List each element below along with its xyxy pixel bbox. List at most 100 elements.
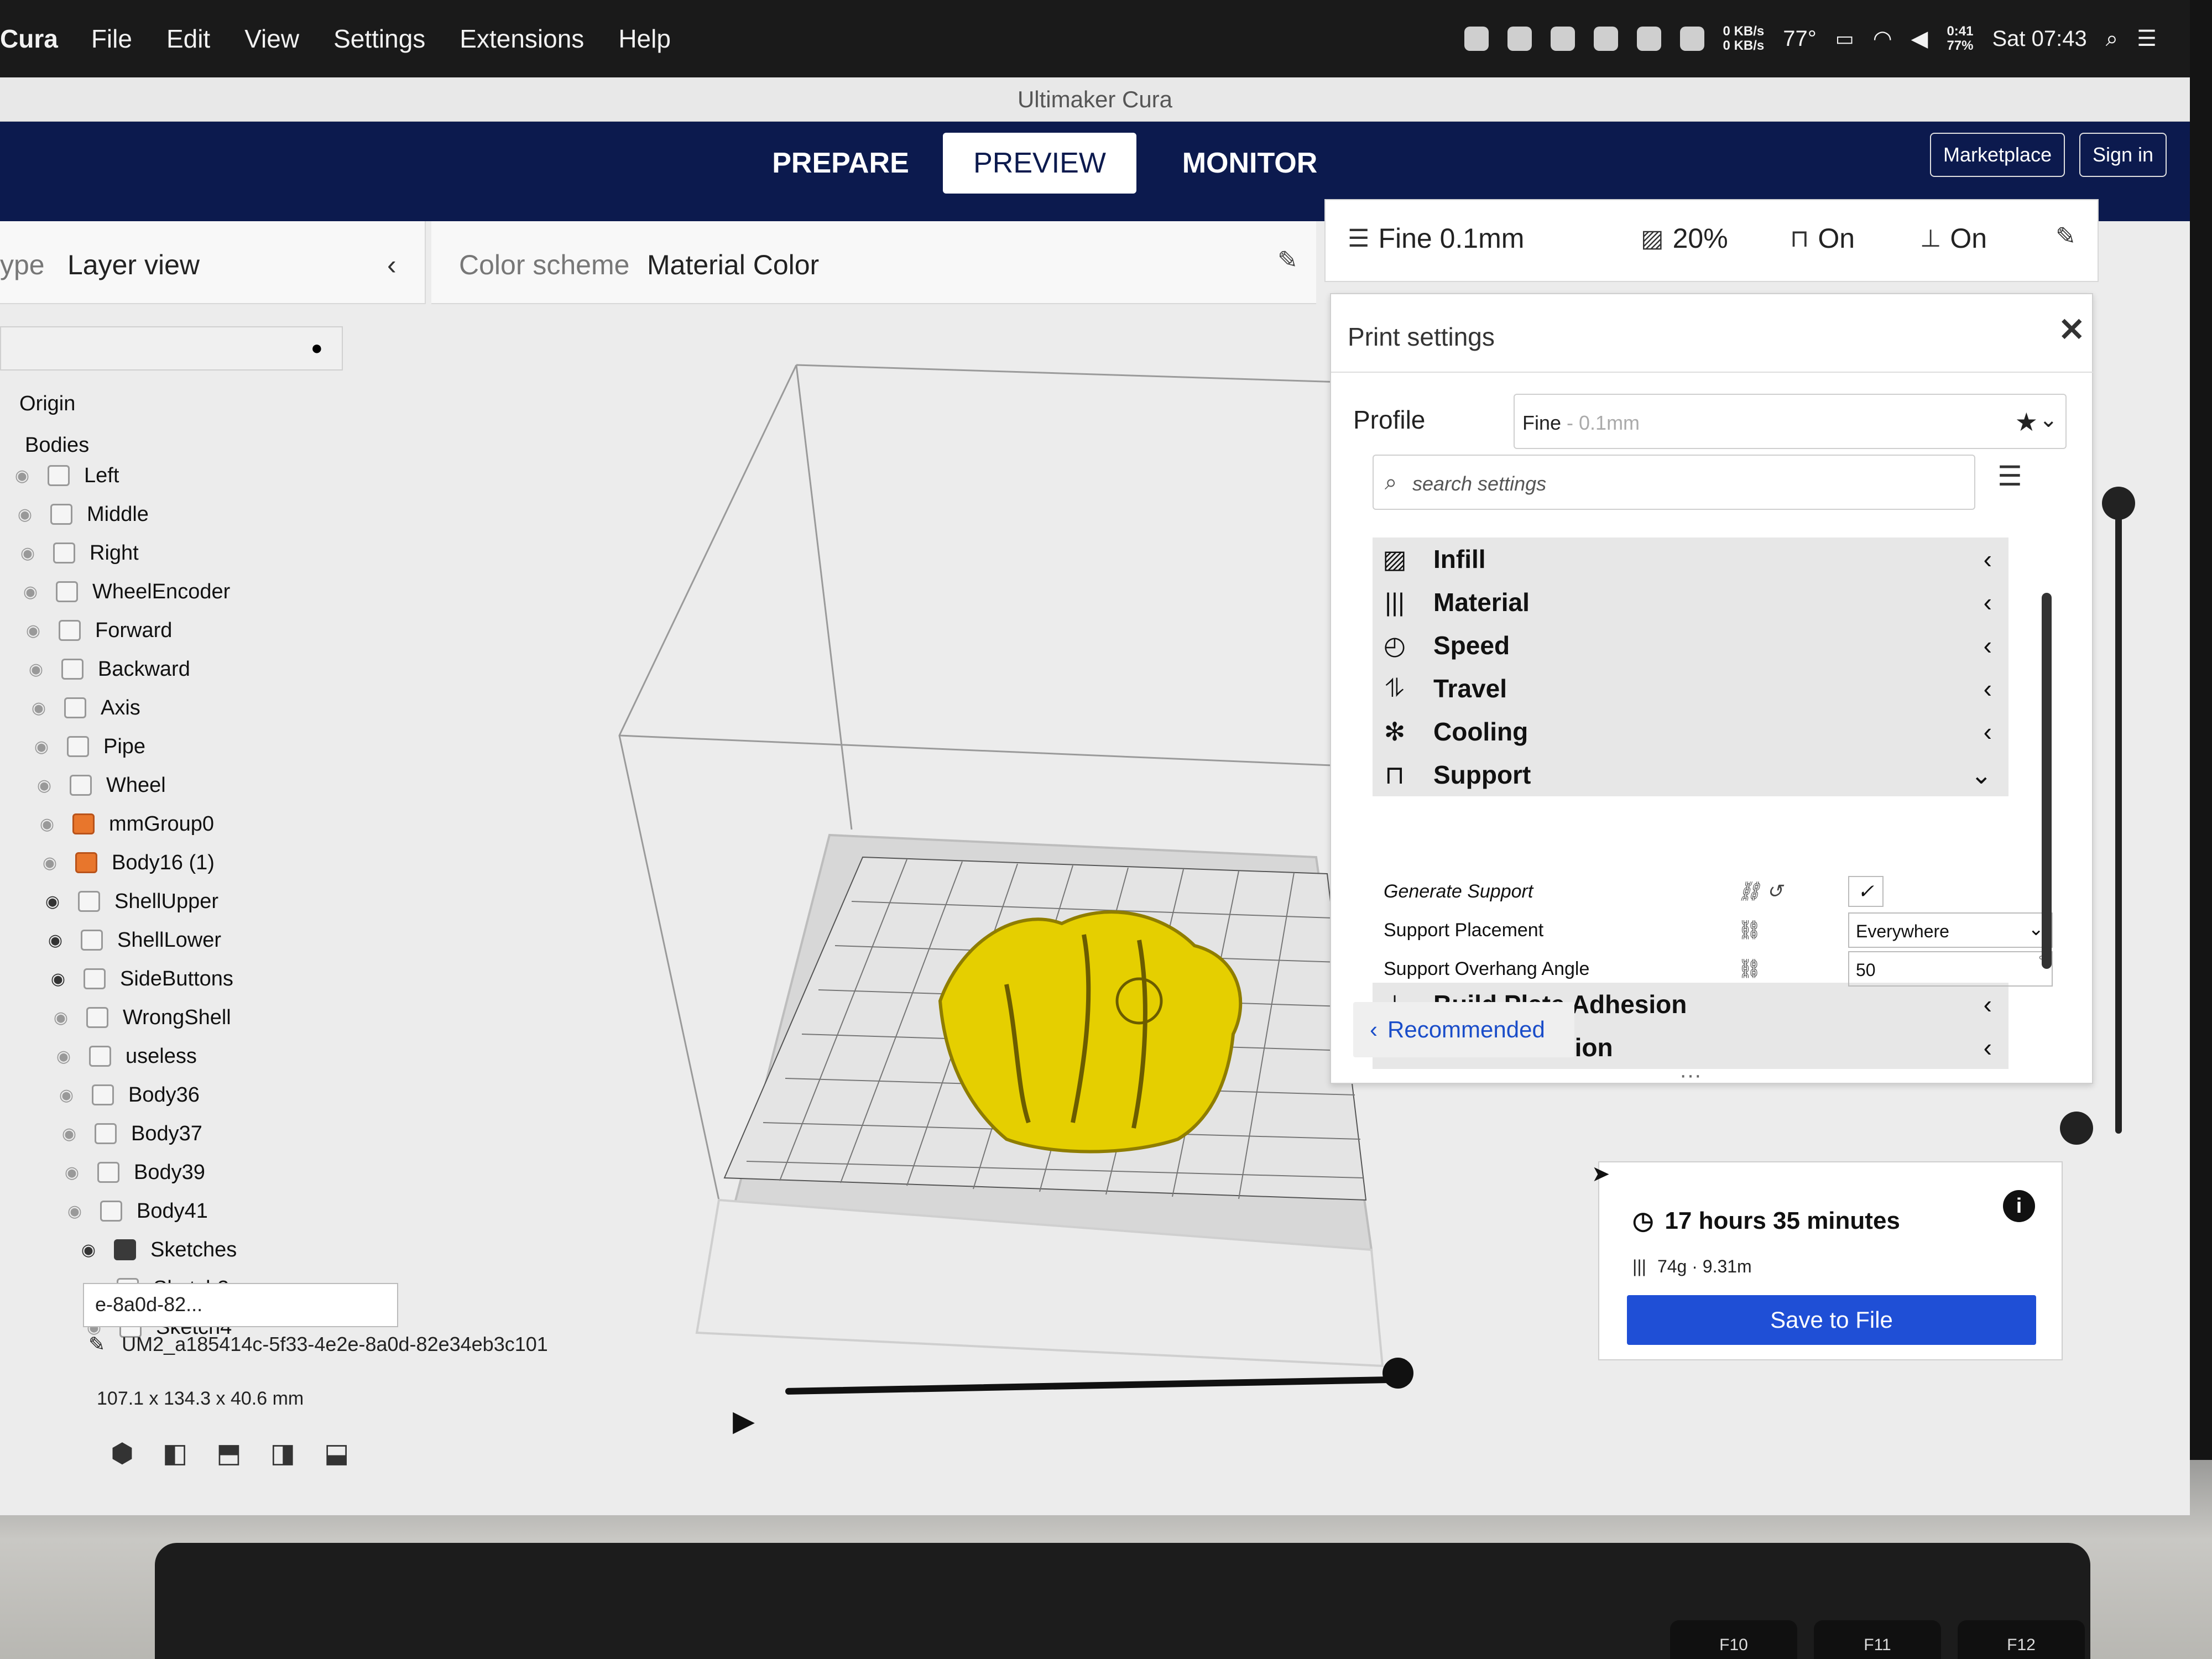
eye-icon[interactable]: ◉ <box>50 1008 72 1027</box>
grid-icon[interactable] <box>1593 27 1618 51</box>
3d-view-icon[interactable]: ⬢ <box>111 1438 134 1469</box>
left-view-icon[interactable]: ◨ <box>270 1438 295 1469</box>
close-icon[interactable]: ✕ <box>2058 311 2085 348</box>
settings-scrollbar[interactable] <box>2042 593 2052 969</box>
eye-icon[interactable]: ◉ <box>77 1240 100 1260</box>
volume-icon[interactable]: ◀ <box>1911 26 1928 51</box>
eye-icon[interactable]: ◉ <box>53 1047 75 1066</box>
eye-icon[interactable]: ◉ <box>22 621 44 640</box>
color-scheme-selector[interactable]: Color scheme Material Color ✎ <box>431 221 1316 304</box>
menu-edit[interactable]: Edit <box>166 24 210 54</box>
profile-dropdown[interactable]: Fine - 0.1mm ★ ⌄ <box>1514 394 2067 449</box>
front-view-icon[interactable]: ◧ <box>163 1438 187 1469</box>
tree-item[interactable]: ◉ Backward <box>25 653 190 686</box>
layer-slider-track[interactable] <box>2115 498 2122 1134</box>
pencil-icon[interactable]: ✎ <box>1277 246 1298 274</box>
tree-item[interactable]: ◉ Sketches <box>77 1233 237 1266</box>
eye-icon[interactable]: ◉ <box>61 1163 83 1182</box>
resize-grip-icon[interactable]: ··· <box>1679 1063 1702 1088</box>
settings-search-input[interactable]: ⌕ search settings <box>1373 455 1975 510</box>
view-type-selector[interactable]: ype Layer view ‹ <box>0 221 426 304</box>
overhang-angle-input[interactable]: 50 ° <box>1848 951 2053 987</box>
eye-icon[interactable]: ◉ <box>47 969 69 989</box>
eye-icon[interactable]: ◉ <box>11 466 33 486</box>
tree-item[interactable]: ◉ mmGroup0 <box>36 807 214 841</box>
settings-category-material[interactable]: ||| Material ‹ <box>1373 581 2008 624</box>
eye-icon[interactable]: ◉ <box>17 544 39 563</box>
recommended-button[interactable]: ‹ Recommended <box>1353 1002 1574 1057</box>
top-view-icon[interactable]: ⬒ <box>216 1438 241 1469</box>
link-reset-icons[interactable]: ⛓ ↺ <box>1738 880 1782 902</box>
eye-icon[interactable]: ◉ <box>14 505 36 524</box>
right-view-icon[interactable]: ⬓ <box>324 1438 349 1469</box>
tree-item[interactable]: ◉ Pipe <box>30 730 145 763</box>
path-slider-handle[interactable] <box>1383 1358 1413 1389</box>
tree-item[interactable]: ◉ Body16 (1) <box>39 846 215 879</box>
tree-item[interactable]: ◉ ShellUpper <box>41 885 218 918</box>
tab-preview[interactable]: PREVIEW <box>943 133 1136 194</box>
sign-in-button[interactable]: Sign in <box>2079 133 2167 177</box>
creative-cloud-icon[interactable] <box>1550 27 1575 51</box>
tree-item[interactable]: Bodies <box>25 429 89 462</box>
tree-item[interactable]: ◉ WheelEncoder <box>19 575 230 608</box>
print-setup-summary[interactable]: ☰ Fine 0.1mm ▨ 20% ⊓ On ⊥ On ✎ <box>1324 199 2099 282</box>
save-to-file-button[interactable]: Save to File <box>1627 1295 2036 1345</box>
marketplace-button[interactable]: Marketplace <box>1930 133 2065 177</box>
layer-slider-upper-handle[interactable] <box>2102 487 2135 520</box>
tree-item[interactable]: ◉ useless <box>53 1040 197 1073</box>
eye-icon[interactable]: ◉ <box>44 931 66 950</box>
eye-icon[interactable]: ◉ <box>19 582 41 602</box>
object-filter-bar[interactable]: ● <box>0 326 343 371</box>
menu-view[interactable]: View <box>244 24 299 54</box>
tree-item[interactable]: ◉ Wheel <box>33 769 166 802</box>
tree-item[interactable]: ◉ WrongShell <box>50 1001 231 1034</box>
link-icon[interactable]: ⛓ <box>1738 919 1761 941</box>
tab-prepare[interactable]: PREPARE <box>772 133 909 194</box>
tree-item[interactable]: ◉ ShellLower <box>44 924 221 957</box>
clock[interactable]: Sat 07:43 <box>1992 27 2086 51</box>
settings-category-support[interactable]: ⊓ Support ⌄ <box>1373 753 2008 796</box>
settings-category-travel[interactable]: ⥮ Travel ‹ <box>1373 667 2008 710</box>
settings-category-speed[interactable]: ◴ Speed ‹ <box>1373 624 2008 667</box>
cat-icon[interactable] <box>1507 27 1532 51</box>
settings-visibility-menu-icon[interactable]: ☰ <box>1997 460 2022 492</box>
tree-item[interactable]: ◉ Axis <box>28 691 140 724</box>
notification-center-icon[interactable]: ☰ <box>2137 26 2157 51</box>
flag-icon[interactable]: ▭ <box>1835 27 1854 50</box>
eye-icon[interactable]: ◉ <box>33 776 55 795</box>
eye-icon[interactable]: ◉ <box>64 1202 86 1221</box>
eye-icon[interactable]: ◉ <box>25 660 47 679</box>
star-icon[interactable]: ★ <box>2015 407 2038 437</box>
tree-item[interactable]: ◉ Body36 <box>55 1078 200 1112</box>
eye-icon[interactable]: ◉ <box>30 737 53 757</box>
support-placement-dropdown[interactable]: Everywhere ⌄ <box>1848 912 2053 948</box>
menu-settings[interactable]: Settings <box>333 24 425 54</box>
tree-item[interactable]: ◉ SideButtons <box>47 962 233 995</box>
tree-item[interactable]: ◉ Right <box>17 536 139 570</box>
tree-item[interactable]: ◉ Body41 <box>64 1194 208 1228</box>
settings-category-cooling[interactable]: ✻ Cooling ‹ <box>1373 710 2008 753</box>
pencil-icon[interactable]: ✎ <box>2056 222 2076 251</box>
chevron-left-icon[interactable]: ‹ <box>387 249 397 281</box>
tree-item[interactable]: Origin <box>19 387 75 420</box>
menu-help[interactable]: Help <box>618 24 671 54</box>
cpu-icon[interactable] <box>1636 27 1661 51</box>
eye-icon[interactable]: ◉ <box>58 1124 80 1144</box>
cloud-icon[interactable] <box>1464 27 1489 51</box>
battery-status[interactable]: 0:41 77% <box>1947 24 1973 53</box>
pencil-icon[interactable]: ✎ <box>88 1333 105 1356</box>
eye-icon[interactable]: ◉ <box>39 853 61 873</box>
eye-icon[interactable]: ◉ <box>55 1086 77 1105</box>
search-icon[interactable]: ⌕ <box>2106 27 2118 51</box>
memory-icon[interactable] <box>1679 27 1704 51</box>
tree-item[interactable]: ◉ Body37 <box>58 1117 202 1150</box>
tree-item[interactable]: ◉ Forward <box>22 614 172 647</box>
menu-extensions[interactable]: Extensions <box>460 24 584 54</box>
layer-slider-lower-handle[interactable] <box>2060 1112 2093 1145</box>
eye-icon[interactable]: ◉ <box>28 698 50 718</box>
tab-monitor[interactable]: MONITOR <box>1182 133 1318 194</box>
link-icon[interactable]: ⛓ <box>1738 958 1761 980</box>
app-menu[interactable]: Cura <box>0 24 58 54</box>
eye-icon[interactable]: ◉ <box>36 815 58 834</box>
tree-item[interactable]: ◉ Middle <box>14 498 149 531</box>
